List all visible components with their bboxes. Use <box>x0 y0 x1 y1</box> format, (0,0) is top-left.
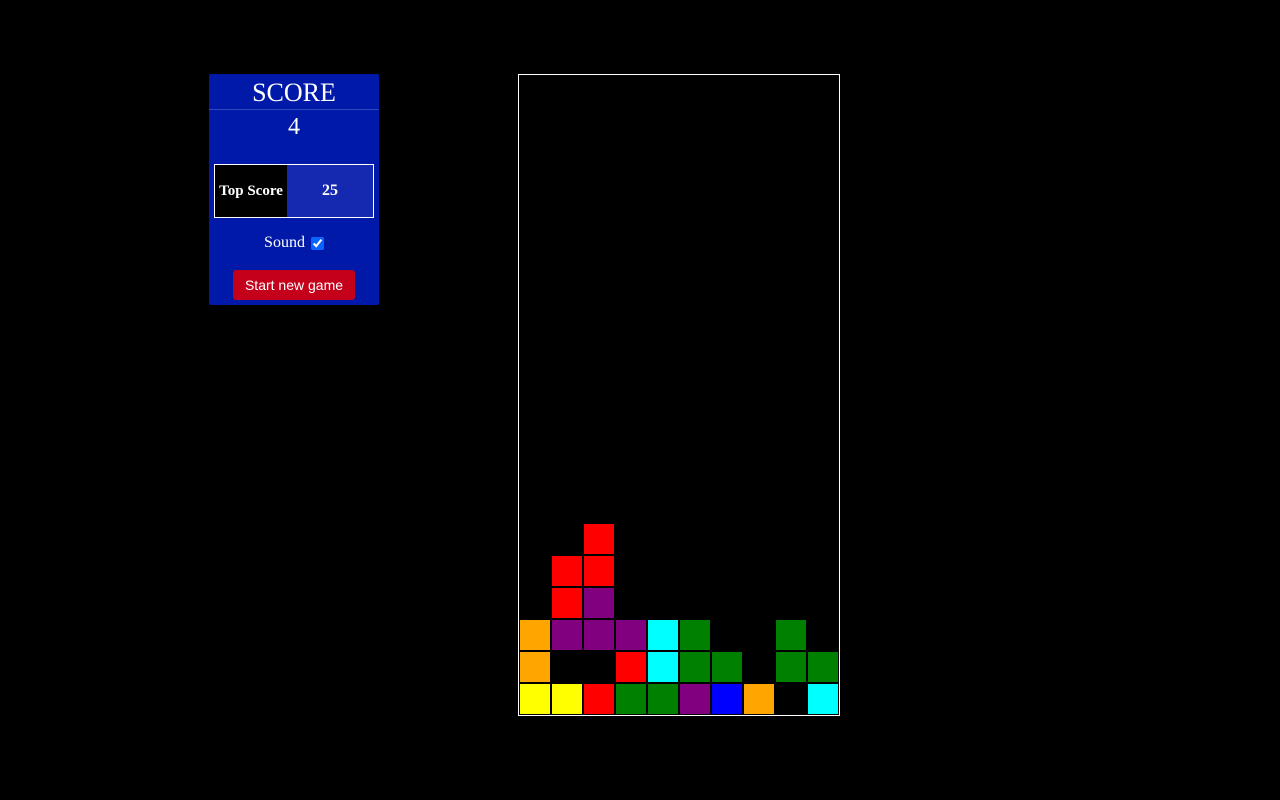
board-cell <box>519 619 551 651</box>
board-cell <box>807 651 839 683</box>
board-cell <box>743 683 775 715</box>
board-cell <box>583 555 615 587</box>
board-cell <box>519 683 551 715</box>
board-cell <box>711 651 743 683</box>
board-cell <box>647 619 679 651</box>
board-cell <box>647 683 679 715</box>
board-cell <box>551 619 583 651</box>
board-cell <box>583 683 615 715</box>
game-board <box>518 74 840 716</box>
board-cell <box>647 651 679 683</box>
board-cell <box>615 651 647 683</box>
board-cell <box>679 683 711 715</box>
top-score-value: 25 <box>287 165 373 217</box>
sound-label: Sound <box>264 234 305 251</box>
board-cell <box>615 619 647 651</box>
board-cell <box>583 587 615 619</box>
board-cell <box>807 683 839 715</box>
board-cell <box>583 619 615 651</box>
sound-row: Sound <box>209 234 379 252</box>
board-cell <box>551 683 583 715</box>
sound-checkbox[interactable] <box>310 236 324 250</box>
board-cell <box>615 683 647 715</box>
board-cell <box>679 619 711 651</box>
score-panel: SCORE 4 Top Score 25 Sound Start new gam… <box>209 74 379 305</box>
board-cell <box>551 587 583 619</box>
top-score-label: Top Score <box>215 165 287 217</box>
board-cell <box>519 651 551 683</box>
board-cell <box>583 523 615 555</box>
board-cell <box>775 619 807 651</box>
score-value: 4 <box>288 114 300 140</box>
top-score-box: Top Score 25 <box>214 164 374 218</box>
start-new-game-button[interactable]: Start new game <box>233 270 355 300</box>
board-cell <box>679 651 711 683</box>
board-cell <box>775 651 807 683</box>
score-title: SCORE <box>209 74 379 110</box>
board-cell <box>551 555 583 587</box>
board-cell <box>711 683 743 715</box>
